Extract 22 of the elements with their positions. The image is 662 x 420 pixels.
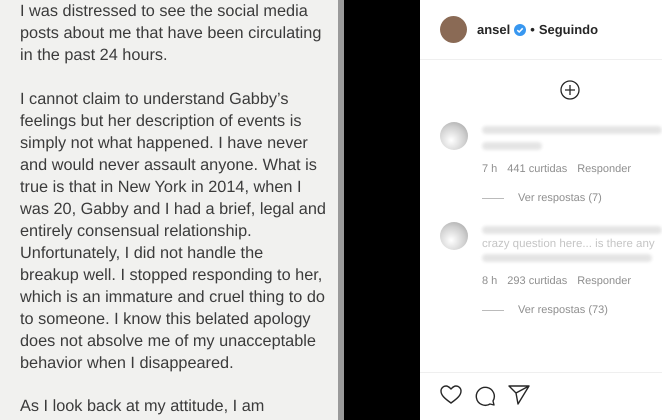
username[interactable]: ansel <box>477 22 510 37</box>
view-replies-link[interactable]: Ver respostas (7) <box>518 192 602 204</box>
reply-link[interactable]: Responder <box>577 163 632 175</box>
blurred-text <box>482 142 542 150</box>
note-paragraph: As I look back at my attitude, I am <box>20 396 266 417</box>
note-paragraph: I was distressed to see the social media posts about me that have been circulating in the past 24 hours. <box>20 1 322 66</box>
comment-time: 8 h <box>482 275 498 287</box>
comment-text: crazy question here... is there any <box>482 238 656 250</box>
follow-status[interactable]: Seguindo <box>538 22 598 37</box>
comment-time: 7 h <box>482 163 498 175</box>
note-paragraph: I cannot claim to understand Gabby’s feelings but her description of events is simply not what happened. I have never and would never assault anyone. What is true is that in New York in 2014, when I was 20, Gabby and I had a brief, legal and entirely consensual relationship. Unfortunately, I did not handle the breakup well. I stopped responding to her, which is an immature and cruel thing to do to someone. I know this belated apology does not absolve me of my unacceptable behavior when I disappeared. <box>20 88 327 374</box>
reply-link[interactable]: Responder <box>577 275 632 287</box>
like-count[interactable]: 441 curtidas <box>507 163 568 175</box>
comment-icon[interactable] <box>474 385 496 407</box>
heart-icon[interactable] <box>440 385 462 405</box>
add-icon[interactable] <box>560 80 580 100</box>
separator: • <box>530 22 535 37</box>
view-replies-link[interactable]: Ver respostas (73) <box>518 304 608 316</box>
avatar[interactable] <box>440 16 467 43</box>
scrollbar[interactable] <box>338 0 344 420</box>
like-count[interactable]: 293 curtidas <box>507 275 568 287</box>
send-icon[interactable] <box>508 385 530 405</box>
